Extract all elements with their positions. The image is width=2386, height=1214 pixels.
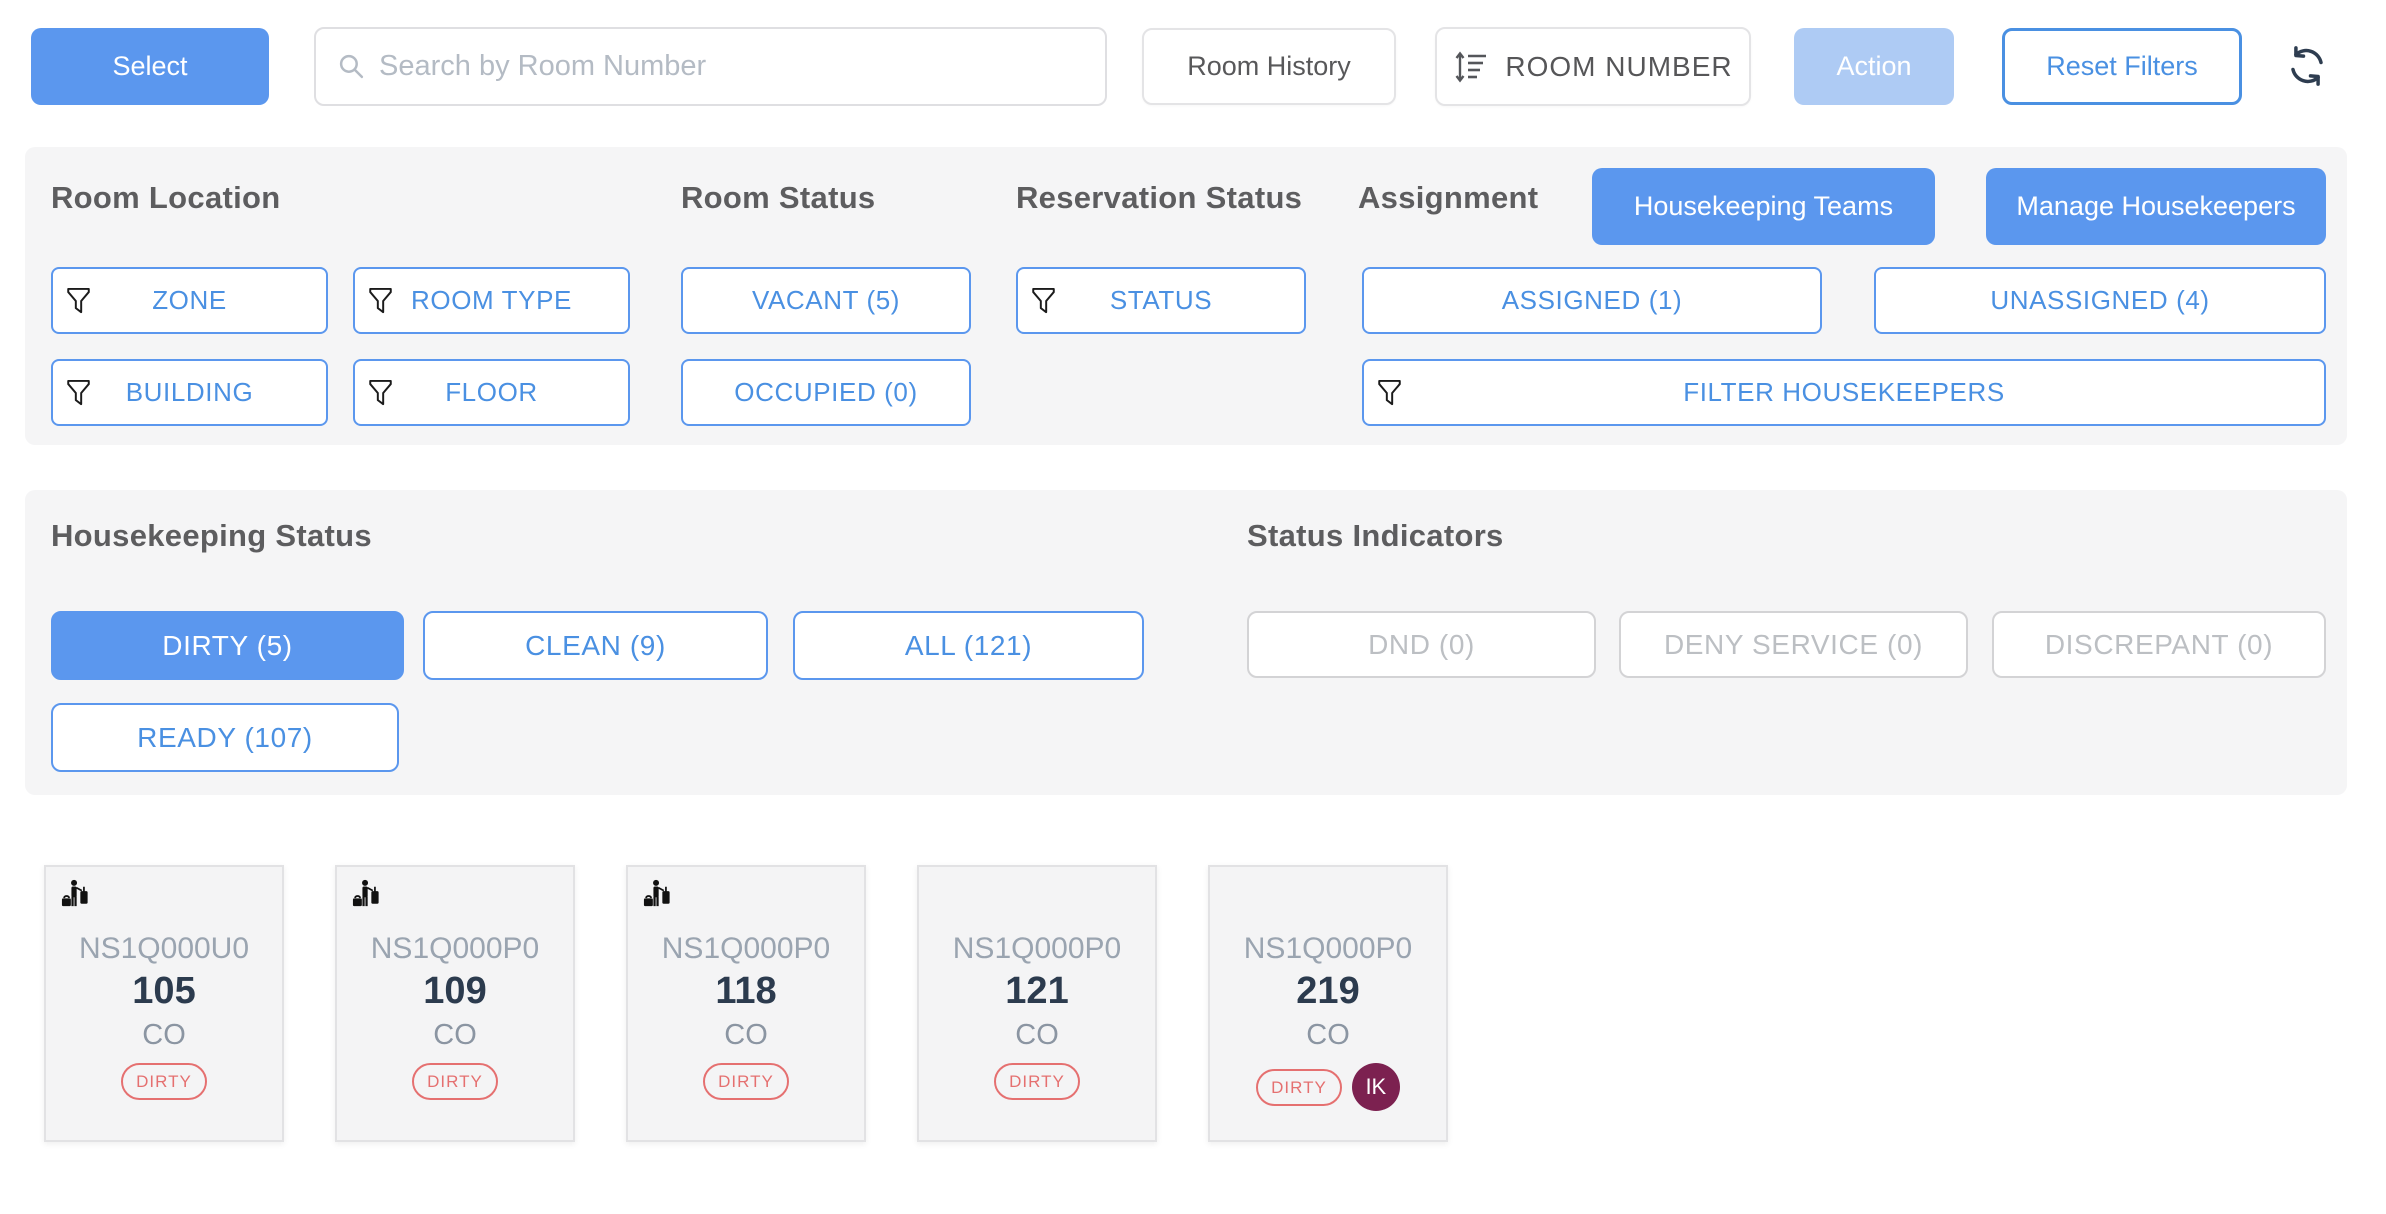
filters-panel: Room Location Room Status Reservation St… bbox=[25, 147, 2347, 445]
manage-housekeepers-button[interactable]: Manage Housekeepers bbox=[1986, 168, 2326, 245]
room-card-219[interactable]: NS1Q000P0 219 CO DIRTY IK bbox=[1208, 865, 1448, 1142]
badge-row: DIRTY IK bbox=[1210, 1063, 1446, 1111]
dirty-status-badge: DIRTY bbox=[703, 1063, 789, 1100]
hk-status-ready-button[interactable]: READY (107) bbox=[51, 703, 399, 772]
action-button[interactable]: Action bbox=[1794, 28, 1954, 105]
badge-row: DIRTY bbox=[337, 1063, 573, 1100]
dirty-status-badge: DIRTY bbox=[412, 1063, 498, 1100]
filter-floor-button[interactable]: FLOOR bbox=[353, 359, 630, 426]
search-box bbox=[314, 27, 1107, 106]
badge-row: DIRTY bbox=[919, 1063, 1155, 1100]
room-number: 105 bbox=[46, 967, 282, 1015]
hk-status-dirty-button[interactable]: DIRTY (5) bbox=[51, 611, 404, 680]
room-card-121[interactable]: NS1Q000P0 121 CO DIRTY bbox=[917, 865, 1157, 1142]
dirty-status-badge: DIRTY bbox=[994, 1063, 1080, 1100]
status-indicators-title: Status Indicators bbox=[1247, 518, 1504, 554]
filter-zone-button[interactable]: ZONE bbox=[51, 267, 328, 334]
filter-funnel-icon bbox=[66, 285, 91, 316]
room-card-109[interactable]: NS1Q000P0 109 CO DIRTY bbox=[335, 865, 575, 1142]
dirty-status-badge: DIRTY bbox=[121, 1063, 207, 1100]
filter-housekeepers-button[interactable]: FILTER HOUSEKEEPERS bbox=[1362, 359, 2326, 426]
room-type-code: NS1Q000P0 bbox=[1210, 931, 1446, 967]
hk-status-clean-button[interactable]: CLEAN (9) bbox=[423, 611, 768, 680]
departing-guest-icon bbox=[60, 879, 91, 910]
room-location-title: Room Location bbox=[51, 180, 281, 216]
filter-building-button[interactable]: BUILDING bbox=[51, 359, 328, 426]
room-number: 109 bbox=[337, 967, 573, 1015]
room-type-code: NS1Q000P0 bbox=[628, 931, 864, 967]
reservation-status-code: CO bbox=[337, 1015, 573, 1055]
filter-funnel-icon bbox=[368, 285, 393, 316]
badge-row: DIRTY bbox=[46, 1063, 282, 1100]
filter-occupied-button[interactable]: OCCUPIED (0) bbox=[681, 359, 971, 426]
select-button[interactable]: Select bbox=[31, 28, 269, 105]
departing-guest-icon bbox=[351, 879, 382, 910]
refresh-icon bbox=[2286, 45, 2328, 87]
filter-unassigned-button[interactable]: UNASSIGNED (4) bbox=[1874, 267, 2326, 334]
reservation-status-title: Reservation Status bbox=[1016, 180, 1302, 216]
sort-selector[interactable]: ROOM NUMBER bbox=[1435, 27, 1751, 106]
housekeeping-page: Select Room History ROOM NUMBER Action R… bbox=[0, 0, 2386, 1214]
housekeeper-badge: IK bbox=[1352, 1063, 1400, 1111]
indicator-dnd-button[interactable]: DND (0) bbox=[1247, 611, 1596, 678]
room-type-code: NS1Q000P0 bbox=[919, 931, 1155, 967]
room-number: 118 bbox=[628, 967, 864, 1015]
filter-funnel-icon bbox=[1377, 377, 1402, 408]
filter-assigned-button[interactable]: ASSIGNED (1) bbox=[1362, 267, 1822, 334]
refresh-button[interactable] bbox=[2286, 45, 2328, 92]
search-icon bbox=[338, 53, 365, 80]
indicator-discrepant-button[interactable]: DISCREPANT (0) bbox=[1992, 611, 2326, 678]
dirty-status-badge: DIRTY bbox=[1256, 1069, 1342, 1106]
room-number: 219 bbox=[1210, 967, 1446, 1015]
hk-status-all-button[interactable]: ALL (121) bbox=[793, 611, 1144, 680]
reservation-status-code: CO bbox=[46, 1015, 282, 1055]
reservation-status-code: CO bbox=[1210, 1015, 1446, 1055]
filter-funnel-icon bbox=[66, 377, 91, 408]
sort-list-icon bbox=[1453, 49, 1489, 85]
filter-vacant-button[interactable]: VACANT (5) bbox=[681, 267, 971, 334]
indicator-deny-service-button[interactable]: DENY SERVICE (0) bbox=[1619, 611, 1968, 678]
room-card-105[interactable]: NS1Q000U0 105 CO DIRTY bbox=[44, 865, 284, 1142]
sort-label: ROOM NUMBER bbox=[1505, 51, 1732, 83]
filter-room-type-button[interactable]: ROOM TYPE bbox=[353, 267, 630, 334]
badge-row: DIRTY bbox=[628, 1063, 864, 1100]
room-type-code: NS1Q000U0 bbox=[46, 931, 282, 967]
room-card-118[interactable]: NS1Q000P0 118 CO DIRTY bbox=[626, 865, 866, 1142]
filter-funnel-icon bbox=[1031, 285, 1056, 316]
room-number: 121 bbox=[919, 967, 1155, 1015]
assignment-title: Assignment bbox=[1358, 180, 1538, 216]
filter-reservation-status-button[interactable]: STATUS bbox=[1016, 267, 1306, 334]
room-status-title: Room Status bbox=[681, 180, 875, 216]
room-history-button[interactable]: Room History bbox=[1142, 28, 1396, 105]
housekeeping-status-title: Housekeeping Status bbox=[51, 518, 372, 554]
room-type-code: NS1Q000P0 bbox=[337, 931, 573, 967]
reservation-status-code: CO bbox=[628, 1015, 864, 1055]
filter-funnel-icon bbox=[368, 377, 393, 408]
reservation-status-code: CO bbox=[919, 1015, 1155, 1055]
housekeeping-status-panel: Housekeeping Status Status Indicators DI… bbox=[25, 490, 2347, 795]
search-input[interactable] bbox=[379, 50, 1105, 83]
departing-guest-icon bbox=[642, 879, 673, 910]
reset-filters-button[interactable]: Reset Filters bbox=[2002, 28, 2242, 105]
housekeeping-teams-button[interactable]: Housekeeping Teams bbox=[1592, 168, 1935, 245]
